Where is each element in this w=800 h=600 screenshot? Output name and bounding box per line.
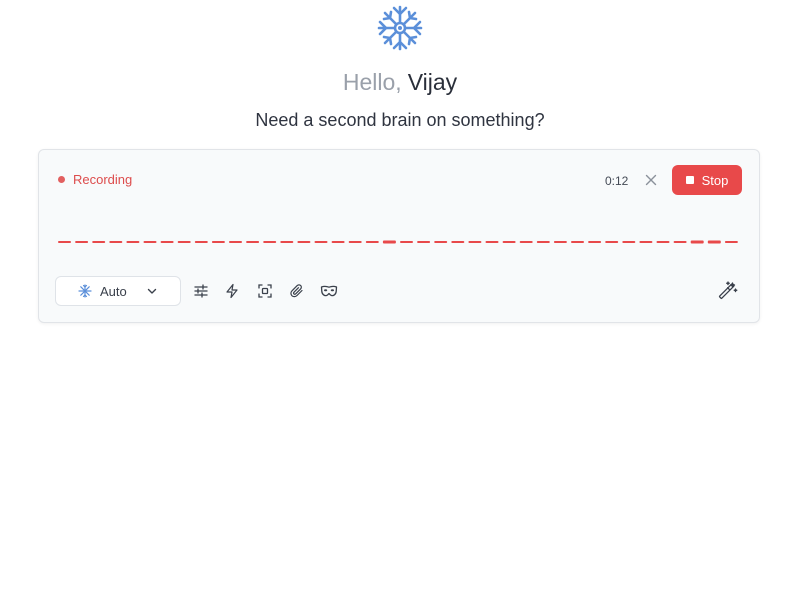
waveform-bar [246, 241, 260, 243]
waveform-bar [656, 241, 670, 243]
user-name: Vijay [407, 69, 458, 95]
waveform-bar [263, 241, 277, 243]
waveform-bar [553, 241, 567, 243]
waveform-bar [382, 240, 396, 244]
lightning-icon [226, 283, 238, 299]
waveform-bar [109, 241, 123, 243]
recording-dot-icon [58, 176, 65, 183]
waveform-bar [417, 241, 431, 243]
waveform-bar [434, 241, 448, 243]
brain-logo-icon [377, 5, 423, 51]
waveform-bar [588, 241, 602, 243]
waveform-bar [314, 241, 328, 243]
stop-label: Stop [701, 172, 729, 188]
waveform-bar [58, 241, 71, 243]
model-select[interactable]: Auto [55, 276, 181, 306]
stop-recording-button[interactable]: Stop [672, 165, 742, 195]
settings-sliders-button[interactable] [191, 281, 211, 301]
waveform-bar [451, 241, 465, 243]
stop-icon [685, 176, 694, 184]
greeting-prefix: Hello, [342, 69, 402, 95]
waveform-bar [194, 241, 208, 243]
enhance-prompt-button[interactable] [717, 280, 739, 302]
snowflake-icon [78, 284, 92, 298]
waveform-bar [331, 241, 345, 243]
screenshot-button[interactable] [255, 281, 275, 301]
close-icon [645, 174, 657, 186]
recording-status: Recording [58, 172, 132, 187]
incognito-button[interactable] [319, 281, 339, 301]
waveform-bar [126, 241, 140, 243]
waveform-bar [143, 241, 157, 243]
chevron-down-icon [147, 288, 157, 294]
waveform-bar [160, 241, 174, 243]
composer-toolbar: Auto [55, 276, 745, 306]
waveform-bar [75, 241, 89, 243]
audio-waveform [58, 240, 738, 244]
model-select-value: Auto [100, 283, 127, 299]
waveform-bar [690, 240, 704, 244]
waveform-bar [211, 241, 225, 243]
waveform-bar [622, 241, 636, 243]
greeting: Hello, Vijay [0, 68, 800, 96]
waveform-bar [177, 241, 191, 243]
paperclip-icon [290, 284, 303, 298]
cancel-recording-button[interactable] [641, 170, 661, 190]
recording-timer: 0:12 [605, 174, 629, 188]
waveform-bar [605, 241, 619, 243]
waveform-bar [297, 241, 311, 243]
waveform-bar [348, 241, 362, 243]
waveform-bar [485, 241, 499, 243]
waveform-bar [724, 241, 738, 243]
quick-action-button[interactable] [222, 281, 242, 301]
waveform-bar [673, 241, 687, 243]
page-subtitle: Need a second brain on something? [255, 110, 545, 130]
waveform-bar [571, 241, 584, 243]
page: Hello, Vijay Need a second brain on somet… [0, 0, 800, 600]
waveform-bar [639, 241, 653, 243]
screenshot-icon [258, 284, 272, 298]
waveform-bar [280, 241, 294, 243]
waveform-bar [502, 241, 516, 243]
waveform-bar [92, 241, 106, 243]
magic-wand-icon [718, 281, 738, 300]
waveform-bar [707, 240, 721, 244]
recording-label: Recording [73, 172, 133, 187]
composer-card: Recording 0:12 Stop Auto [38, 149, 760, 323]
waveform-bar [400, 241, 413, 243]
attach-file-button[interactable] [287, 281, 307, 301]
waveform-bar [229, 241, 242, 243]
waveform-bar [468, 241, 482, 243]
sliders-icon [194, 284, 208, 298]
mask-icon [320, 285, 338, 297]
waveform-bar [536, 241, 550, 243]
waveform-bar [519, 241, 533, 243]
waveform-bar [365, 241, 379, 243]
